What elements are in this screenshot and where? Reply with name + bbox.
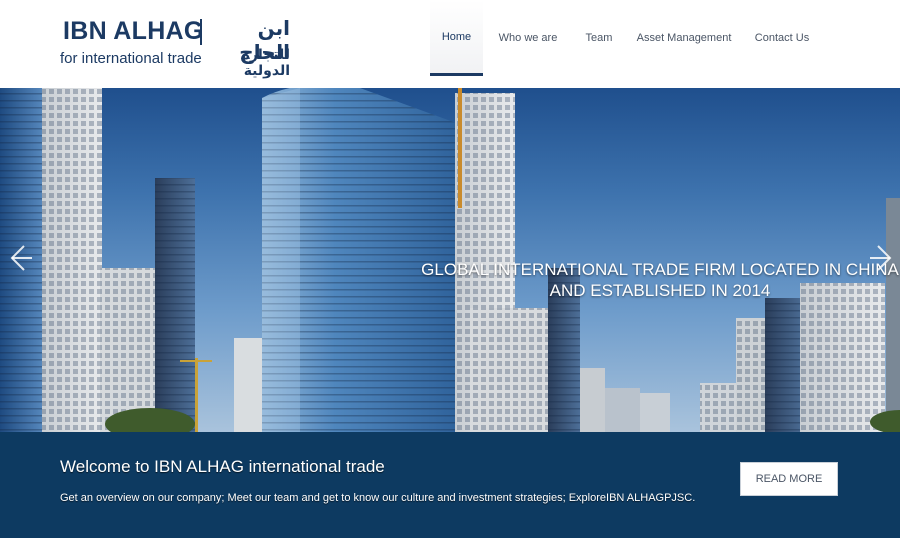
nav-item-team[interactable]: Team (573, 0, 625, 76)
nav-item-home[interactable]: Home (430, 0, 483, 76)
nav-item-asset-management[interactable]: Asset Management (625, 0, 743, 76)
welcome-band: Welcome to IBN ALHAG international trade… (0, 432, 900, 538)
welcome-heading: Welcome to IBN ALHAG international trade (60, 457, 385, 476)
hero-caption: GLOBAL INTERNATIONAL TRADE FIRM LOCATED … (420, 259, 900, 301)
logo-subtitle-en: for international trade (60, 50, 202, 67)
chevron-left-icon (10, 245, 32, 271)
nav-item-contact-us[interactable]: Contact Us (743, 0, 821, 76)
slider-prev-button[interactable] (4, 238, 34, 278)
logo-subtitle-ar: للتجارة الدولية (241, 47, 290, 79)
slider-next-button[interactable] (868, 238, 898, 278)
hero-caption-line-2: AND ESTABLISHED IN 2014 (549, 281, 771, 300)
hero-slider: GLOBAL INTERNATIONAL TRADE FIRM LOCATED … (0, 88, 900, 432)
logo[interactable]: IBN ALHAG ابن الحاج for international tr… (60, 14, 290, 79)
main-nav: Home Who we are Team Asset Management Co… (430, 0, 821, 76)
site-header: IBN ALHAG ابن الحاج for international tr… (0, 0, 900, 88)
read-more-button[interactable]: READ MORE (740, 462, 838, 496)
logo-title-en: IBN ALHAG (63, 17, 204, 45)
welcome-description: Get an overview on our company; Meet our… (60, 492, 696, 504)
logo-divider (200, 19, 202, 45)
nav-item-who-we-are[interactable]: Who we are (483, 0, 573, 76)
hero-caption-line-1: GLOBAL INTERNATIONAL TRADE FIRM LOCATED … (421, 260, 899, 279)
chevron-right-icon (870, 245, 892, 271)
